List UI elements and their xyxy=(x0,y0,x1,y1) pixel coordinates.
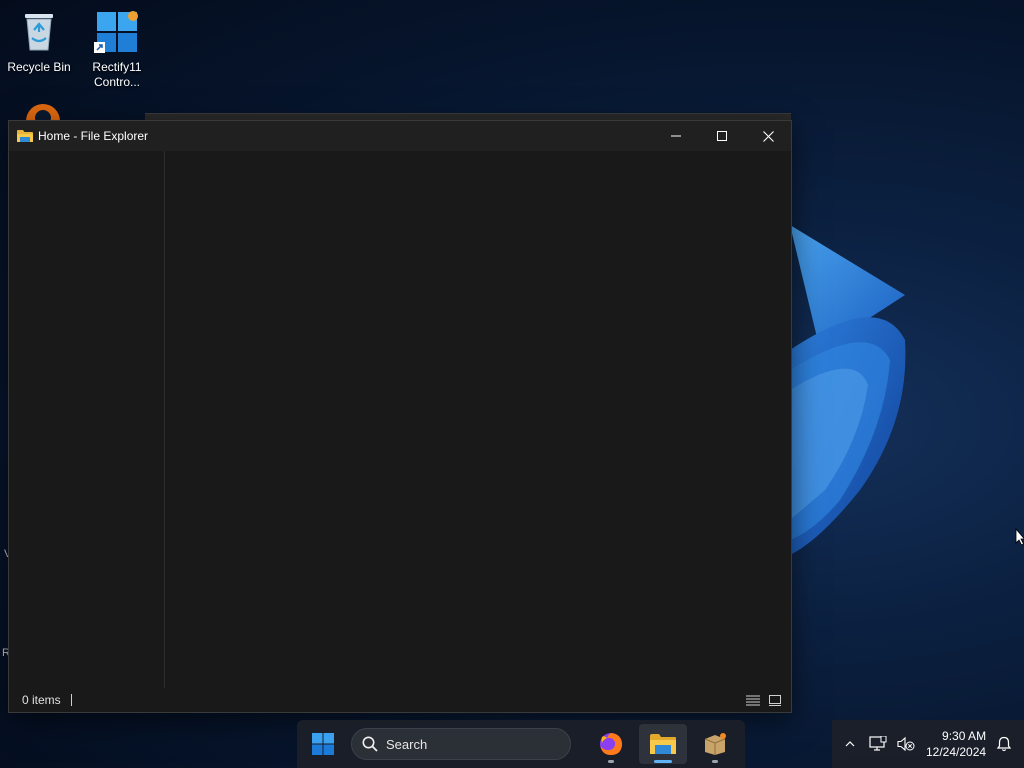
view-toggle-group xyxy=(745,693,783,707)
running-indicator xyxy=(608,760,614,763)
tiles-view-button[interactable] xyxy=(767,693,783,707)
minimize-button[interactable] xyxy=(653,121,699,151)
details-view-icon xyxy=(746,695,760,706)
firefox-icon xyxy=(600,733,622,755)
maximize-icon xyxy=(717,131,727,141)
show-hidden-icons-button[interactable] xyxy=(836,729,864,759)
taskbar-search[interactable]: Search xyxy=(351,728,571,760)
search-icon xyxy=(362,736,378,752)
taskbar-app-firefox[interactable] xyxy=(587,724,635,764)
windows-logo-icon xyxy=(312,733,334,755)
running-indicator xyxy=(712,760,718,763)
file-list-pane[interactable] xyxy=(166,151,791,688)
clock[interactable]: 9:30 AM 12/24/2024 xyxy=(926,728,986,760)
taskbar-app-package[interactable] xyxy=(691,724,739,764)
notifications-button[interactable] xyxy=(990,729,1018,759)
window-title: Home - File Explorer xyxy=(38,129,149,143)
volume-muted-icon xyxy=(897,736,915,752)
active-indicator xyxy=(654,760,672,763)
network-icon xyxy=(869,736,887,751)
taskbar-center: Search xyxy=(297,720,745,768)
title-bar[interactable]: Home - File Explorer xyxy=(9,121,791,151)
start-button[interactable] xyxy=(303,724,343,764)
recycle-bin-icon xyxy=(15,8,63,56)
desktop-icon-label-line2: Contro... xyxy=(93,75,141,89)
minimize-icon xyxy=(671,135,681,137)
chevron-up-icon xyxy=(845,741,855,747)
system-tray: 9:30 AM 12/24/2024 xyxy=(832,720,1024,768)
resize-cursor-icon xyxy=(1015,528,1024,546)
file-explorer-window: Home - File Explorer 0 items xyxy=(8,120,792,713)
taskbar-app-file-explorer[interactable] xyxy=(639,724,687,764)
taskbar: Search 9:30 AM 12/24/2024 xyxy=(0,720,1024,768)
item-count: 0 items xyxy=(22,693,61,707)
tiles-view-icon xyxy=(769,695,781,706)
close-button[interactable] xyxy=(745,121,791,151)
desktop-icon-label: Rectify11 xyxy=(92,60,142,74)
caption-buttons xyxy=(653,121,791,151)
desktop-icon-recycle-bin[interactable]: Recycle Bin xyxy=(1,8,77,75)
volume-button[interactable] xyxy=(892,729,920,759)
clock-date: 12/24/2024 xyxy=(926,745,987,759)
maximize-button[interactable] xyxy=(699,121,745,151)
explorer-content xyxy=(9,151,791,688)
clock-time: 9:30 AM xyxy=(942,729,987,743)
file-explorer-icon xyxy=(650,734,676,754)
folder-icon xyxy=(17,129,33,143)
bell-icon xyxy=(996,736,1012,752)
navigation-pane[interactable] xyxy=(9,151,165,688)
network-button[interactable] xyxy=(864,729,892,759)
status-separator xyxy=(70,694,72,706)
close-icon xyxy=(762,130,774,142)
status-bar: 0 items xyxy=(9,688,791,712)
package-icon xyxy=(704,733,726,755)
details-view-button[interactable] xyxy=(745,693,761,707)
search-label: Search xyxy=(386,736,428,752)
rectify11-control-panel-icon xyxy=(93,8,141,56)
desktop-icon-label: Recycle Bin xyxy=(7,60,71,74)
desktop-icon-rectify11[interactable]: Rectify11 Contro... xyxy=(79,8,155,90)
